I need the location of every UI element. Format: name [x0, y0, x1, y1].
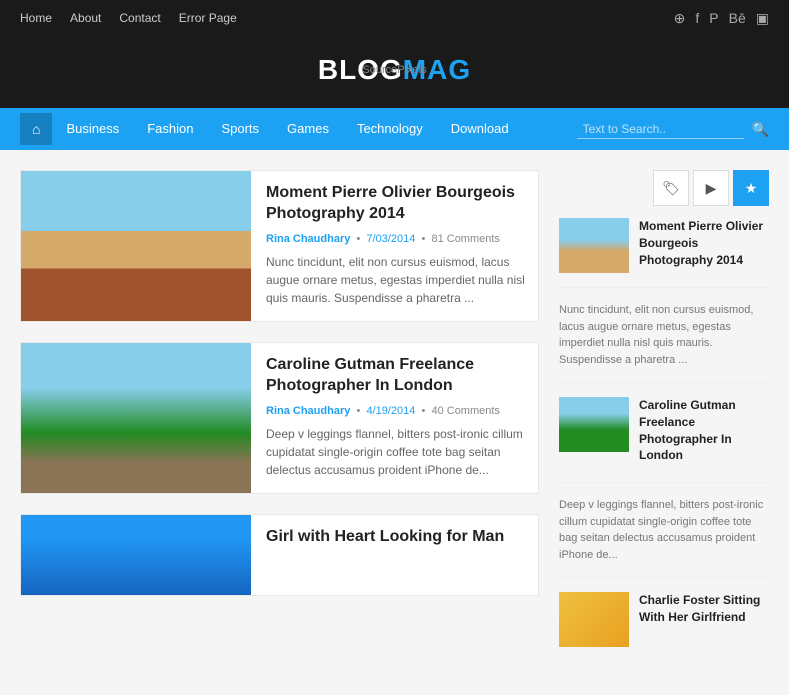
sidebar-tab-tag[interactable]: 🏷 [653, 170, 689, 206]
sidebar-body: Caroline Gutman Freelance Photographer I… [639, 397, 769, 468]
top-nav-icons: ⊕ f P Bē ▣ [674, 10, 769, 27]
nav-about[interactable]: About [70, 11, 101, 25]
search-input[interactable] [577, 120, 744, 139]
sidebar-tab-star[interactable]: ★ [733, 170, 769, 206]
instagram-icon[interactable]: ▣ [756, 10, 769, 27]
article-excerpt: Nunc tincidunt, elit non cursus euismod,… [266, 253, 526, 307]
cat-business[interactable]: Business [52, 108, 133, 150]
top-nav: Home About Contact Error Page ⊕ f P Bē ▣ [0, 0, 789, 36]
article-comments: 81 Comments [431, 233, 499, 245]
article-comments: 40 Comments [431, 405, 499, 417]
article-image-partial [21, 515, 251, 595]
home-icon-button[interactable]: ⌂ [20, 113, 52, 145]
sidebar-thumb [559, 397, 629, 452]
sidebar-body: Charlie Foster Sitting With Her Girlfrie… [639, 592, 769, 647]
sidebar-tabs: 🏷 ▶ ★ [559, 170, 769, 206]
article-card: Caroline Gutman Freelance Photographer I… [20, 342, 539, 494]
sidebar-item: Charlie Foster Sitting With Her Girlfrie… [559, 592, 769, 661]
article-image [21, 171, 251, 321]
sidebar-thumb [559, 218, 629, 273]
article-title[interactable]: Caroline Gutman Freelance Photographer I… [266, 355, 526, 397]
article-author: Rina Chaudhary [266, 233, 350, 245]
article-image [21, 343, 251, 493]
nav-home[interactable]: Home [20, 11, 52, 25]
content-area: Moment Pierre Olivier Bourgeois Photogra… [20, 170, 539, 675]
sidebar-title[interactable]: Charlie Foster Sitting With Her Girlfrie… [639, 592, 769, 626]
article-date: 4/19/2014 [366, 405, 415, 417]
cat-technology[interactable]: Technology [343, 108, 437, 150]
sidebar-item: Caroline Gutman Freelance Photographer I… [559, 397, 769, 483]
sidebar-thumb [559, 592, 629, 647]
article-card-partial: Girl with Heart Looking for Man [20, 514, 539, 596]
article-title-partial[interactable]: Girl with Heart Looking for Man [266, 527, 504, 548]
sidebar-title[interactable]: Caroline Gutman Freelance Photographer I… [639, 397, 769, 464]
article-meta: Rina Chaudhary • 7/03/2014 • 81 Comments [266, 233, 526, 245]
sidebar-body: Moment Pierre Olivier Bourgeois Photogra… [639, 218, 769, 273]
cat-sports[interactable]: Sports [207, 108, 273, 150]
search-area: 🔍 [577, 120, 769, 139]
category-links: Business Fashion Sports Games Technology… [52, 108, 522, 150]
sidebar: 🏷 ▶ ★ Moment Pierre Olivier Bourgeois Ph… [559, 170, 769, 675]
article-excerpt: Deep v leggings flannel, bitters post-ir… [266, 425, 526, 479]
article-meta: Rina Chaudhary • 4/19/2014 • 40 Comments [266, 405, 526, 417]
article-body: Moment Pierre Olivier Bourgeois Photogra… [266, 171, 538, 321]
pinterest-icon[interactable]: P [709, 10, 718, 26]
category-nav: ⌂ Business Fashion Sports Games Technolo… [0, 108, 789, 150]
nav-error[interactable]: Error Page [179, 11, 237, 25]
article-author: Rina Chaudhary [266, 405, 350, 417]
search-icon[interactable]: 🔍 [752, 121, 769, 138]
sidebar-excerpt-1: Nunc tincidunt, elit non cursus euismod,… [559, 302, 769, 383]
nav-contact[interactable]: Contact [119, 11, 160, 25]
main-wrapper: Moment Pierre Olivier Bourgeois Photogra… [0, 150, 789, 695]
globe-icon[interactable]: ⊕ [674, 10, 686, 27]
top-nav-links: Home About Contact Error Page [20, 11, 237, 25]
sidebar-item: Moment Pierre Olivier Bourgeois Photogra… [559, 218, 769, 288]
facebook-icon[interactable]: f [695, 10, 699, 26]
article-date: 7/03/2014 [366, 233, 415, 245]
sidebar-title[interactable]: Moment Pierre Olivier Bourgeois Photogra… [639, 218, 769, 268]
article-body-partial: Girl with Heart Looking for Man [266, 515, 516, 595]
article-title[interactable]: Moment Pierre Olivier Bourgeois Photogra… [266, 183, 526, 225]
sidebar-excerpt-2: Deep v leggings flannel, bitters post-ir… [559, 497, 769, 578]
sidebar-tab-video[interactable]: ▶ [693, 170, 729, 206]
behance-icon[interactable]: Bē [729, 10, 746, 26]
cat-games[interactable]: Games [273, 108, 343, 150]
site-header: BLOGMAG SourcePixels [0, 36, 789, 108]
article-body: Caroline Gutman Freelance Photographer I… [266, 343, 538, 493]
cat-fashion[interactable]: Fashion [133, 108, 207, 150]
article-card: Moment Pierre Olivier Bourgeois Photogra… [20, 170, 539, 322]
header-watermark: SourcePixels [362, 64, 426, 76]
cat-download[interactable]: Download [437, 108, 523, 150]
